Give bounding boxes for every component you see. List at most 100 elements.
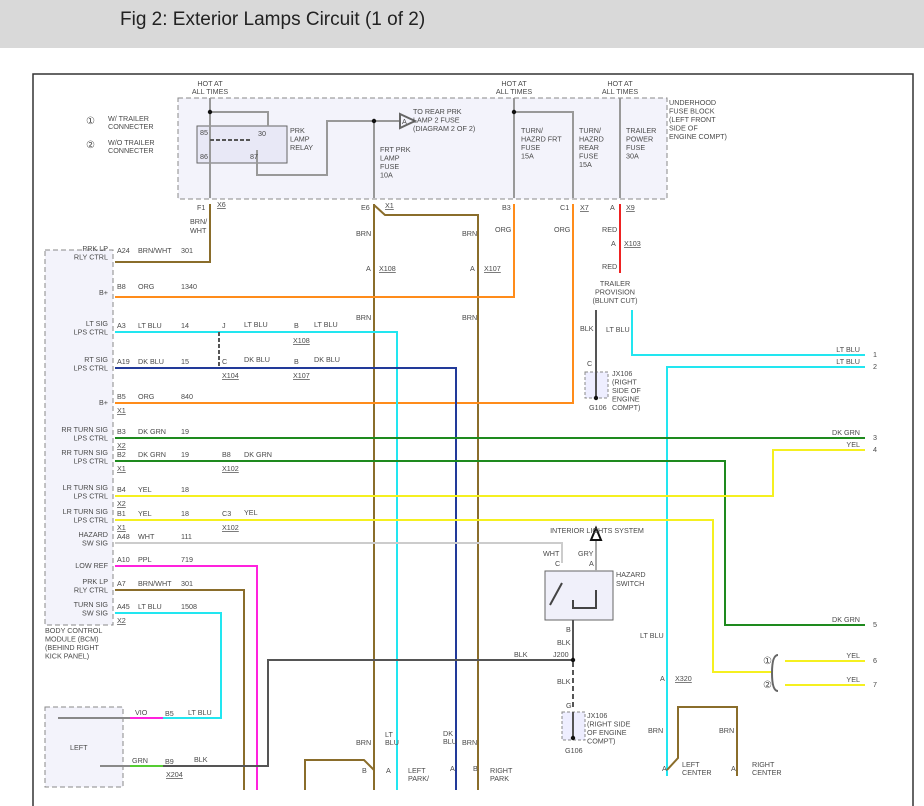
bcm-pin-label: RLY CTRL: [74, 253, 108, 262]
wire-lt-blu-1: [631, 310, 865, 356]
label: RED: [602, 262, 617, 271]
label: BLK: [580, 324, 594, 333]
label: B3: [502, 203, 511, 212]
label: A: [450, 764, 455, 773]
wiring-diagram: ① W/ TRAILERCONNECTER② W/O TRAILERCONNECTE…: [32, 73, 914, 806]
label: BRN: [719, 726, 734, 735]
label: CENTER: [682, 768, 712, 777]
bcm-connector: X2: [117, 616, 126, 625]
label: X7: [580, 203, 589, 212]
label: COMPT): [612, 403, 640, 412]
wire-color: WHT: [138, 532, 155, 541]
label: X9: [626, 203, 635, 212]
legend-symbol-2: ②: [86, 140, 95, 151]
label: G106: [589, 403, 607, 412]
bcm-pin-label: LPS CTRL: [74, 492, 108, 501]
wire-end-color: DK GRN: [832, 428, 860, 437]
wire-blk-j200: [163, 659, 573, 767]
label: (DIAGRAM 2 OF 2): [413, 124, 475, 133]
label: HAZARD: [616, 570, 646, 579]
label: RED: [602, 225, 617, 234]
bcm-pin: A19: [117, 357, 130, 366]
wire-color: DK GRN: [138, 450, 166, 459]
label: BRN/: [190, 217, 207, 226]
bcm-pin-label: LPS CTRL: [74, 434, 108, 443]
wire-end-color: LT BLU: [836, 345, 860, 354]
label: LT BLU: [640, 631, 664, 640]
hot-at-all-times: ALL TIMES: [602, 87, 639, 96]
bcm-connector: X1: [117, 464, 126, 473]
circuit-number: 15: [181, 357, 189, 366]
splice-dot: [593, 395, 599, 401]
wire-color: DK BLU: [138, 357, 164, 366]
bcm-pin-label: SW SIG: [82, 539, 108, 548]
label: X102: [222, 464, 239, 473]
label: DK BLU: [244, 355, 270, 364]
label: 85: [200, 128, 208, 137]
label: DK BLU: [314, 355, 340, 364]
wire-color: LT BLU: [138, 602, 162, 611]
label: J: [222, 321, 226, 330]
label: 86: [200, 152, 208, 161]
label: PARK/: [408, 774, 429, 783]
label: ORG: [495, 225, 512, 234]
wire-org-1340: [115, 204, 515, 298]
bcm-pin-label: SW SIG: [82, 609, 108, 618]
wire-end-number: 6: [873, 656, 877, 665]
bcm-pin-label: LOW REF: [75, 561, 108, 570]
splice-dot: [207, 109, 213, 115]
bcm-pin-label: LPS CTRL: [74, 364, 108, 373]
wire-color: LT BLU: [138, 321, 162, 330]
wire-end-number: 3: [873, 433, 877, 442]
circuit-number: 19: [181, 450, 189, 459]
bcm-pin: A10: [117, 555, 130, 564]
wire-color: ORG: [138, 282, 155, 291]
label: E6: [361, 203, 370, 212]
label: GRY: [578, 549, 594, 558]
label: B9: [165, 757, 174, 766]
label: PARK: [490, 774, 509, 783]
bcm-pin: A48: [117, 532, 130, 541]
circuit-number: 301: [181, 246, 193, 255]
label: BRN: [356, 738, 371, 747]
label: C3: [222, 509, 231, 518]
circuit-number: 111: [181, 532, 192, 541]
label: C: [587, 359, 592, 368]
bcm-connector: X1: [117, 406, 126, 415]
wire-end-color: DK GRN: [832, 615, 860, 624]
label: WHT: [190, 226, 207, 235]
label: ORG: [554, 225, 571, 234]
label: A: [402, 117, 407, 126]
wire-end-color: YEL: [846, 651, 860, 660]
circuit-number: 1508: [181, 602, 197, 611]
label: B: [566, 625, 571, 634]
label: X108: [293, 336, 310, 345]
label: BRN: [462, 313, 477, 322]
label: ①: [763, 656, 772, 667]
wire-end-color: YEL: [846, 675, 860, 684]
label: CENTER: [752, 768, 782, 777]
bcm-connector: X2: [117, 499, 126, 508]
label: ②: [763, 680, 772, 691]
circuit-number: 840: [181, 392, 193, 401]
bcm-connector: X2: [117, 441, 126, 450]
bcm-pin: B8: [117, 282, 126, 291]
label: YEL: [244, 508, 258, 517]
bcm-pin-label: LPS CTRL: [74, 516, 108, 525]
bcm-pin: A7: [117, 579, 126, 588]
label: LT BLU: [314, 320, 338, 329]
label: B: [362, 766, 367, 775]
label: KICK PANEL): [45, 652, 89, 661]
label: 15A: [521, 152, 534, 161]
bcm-pin: A45: [117, 602, 130, 611]
label: RELAY: [290, 143, 313, 152]
label: LT BLU: [606, 325, 630, 334]
label: BRN: [462, 229, 477, 238]
wire-end-number: 1: [873, 350, 877, 359]
bcm-pin: B2: [117, 450, 126, 459]
label: BLU: [443, 737, 457, 746]
label: CONNECTER: [108, 122, 154, 131]
label: BLK: [557, 677, 571, 686]
label: 87: [250, 152, 258, 161]
label: C1: [560, 203, 569, 212]
